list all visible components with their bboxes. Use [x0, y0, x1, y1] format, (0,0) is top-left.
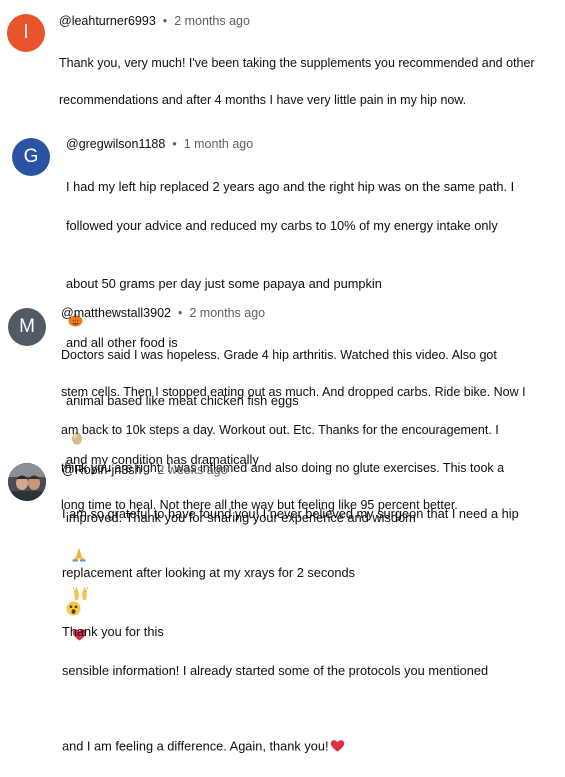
comment-line: Doctors said I was hopeless. Grade 4 hip… — [61, 347, 497, 362]
comment-line: and I am feeling a difference. Again, th… — [62, 699, 557, 757]
comment-meta: @Robin-jn3sh 2 weeks ago — [62, 463, 228, 477]
comment-line: recommendations and after 4 months I hav… — [59, 93, 467, 108]
comment-text: Thank you, very much! I've been taking t… — [59, 35, 559, 129]
author-handle[interactable]: @gregwilson1188 — [66, 137, 165, 151]
comment-line: stem cells. Then I stopped eating out as… — [61, 385, 526, 400]
comment-line: sensible information! I already started … — [62, 662, 489, 678]
comment-meta: @leahturner6993 • 2 months ago — [59, 14, 250, 28]
avatar-letter: M — [19, 316, 35, 337]
avatar[interactable]: M — [8, 308, 46, 346]
comment-line: am back to 10k steps a day. Workout out.… — [61, 422, 499, 437]
avatar[interactable] — [8, 463, 46, 501]
comment-line: Thank you, very much! I've been taking t… — [59, 55, 535, 70]
comment-meta: @gregwilson1188 • 1 month ago — [66, 137, 254, 151]
author-handle[interactable]: @Robin-jn3sh — [62, 463, 141, 477]
comment-time[interactable]: 1 month ago — [184, 137, 254, 151]
astonished-face-icon — [66, 582, 81, 622]
avatar[interactable]: G — [12, 138, 50, 176]
comment-meta: @matthewstall3902 • 2 months ago — [61, 306, 266, 320]
comment-line: I am so grateful to have found you! I ne… — [62, 506, 519, 522]
comment-line: I had my left hip replaced 2 years ago a… — [66, 179, 515, 195]
comment-line: followed your advice and reduced my carb… — [66, 218, 498, 234]
avatar-photo-icon — [8, 463, 46, 501]
avatar-letter: G — [23, 146, 39, 167]
avatar-letter: l — [23, 22, 29, 43]
red-heart-icon — [330, 719, 345, 758]
author-handle[interactable]: @matthewstall3902 — [61, 306, 171, 320]
comment-time[interactable]: 2 months ago — [189, 306, 265, 320]
comment-time[interactable]: 2 months ago — [174, 14, 250, 28]
author-handle[interactable]: @leahturner6993 — [59, 14, 156, 28]
comment-line: replacement after looking at my xrays fo… — [62, 564, 356, 639]
avatar[interactable]: l — [7, 14, 45, 52]
comment-text: I am so grateful to have found you! I ne… — [62, 485, 557, 777]
comment-time[interactable]: 2 weeks ago — [157, 463, 227, 477]
